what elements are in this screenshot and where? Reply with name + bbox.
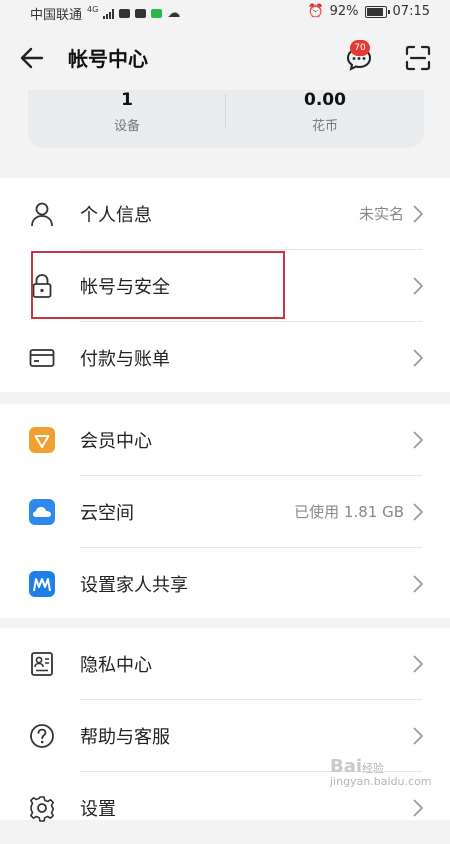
page-title: 帐号中心 xyxy=(68,47,148,71)
payment-billing-row[interactable]: 付款与账单 xyxy=(0,322,450,394)
carrier-label: 中国联通 xyxy=(30,8,83,23)
devices-count: 1 xyxy=(121,90,133,110)
watermark-paw-text: 经验 xyxy=(362,762,385,775)
chevron-right-icon xyxy=(413,727,424,745)
member-center-row[interactable]: 会员中心 xyxy=(0,404,450,476)
coins-label: 花币 xyxy=(311,119,338,134)
clock: 07:15 xyxy=(392,4,430,19)
back-arrow-icon[interactable] xyxy=(18,44,46,72)
account-stats-card: 1 设备 0.00 花币 xyxy=(28,90,424,148)
privacy-center-row[interactable]: 隐私中心 xyxy=(0,628,450,700)
chevron-right-icon xyxy=(413,205,424,223)
message-count-badge: 70 xyxy=(350,40,370,56)
devices-stat[interactable]: 1 设备 xyxy=(28,90,226,134)
battery-icon xyxy=(364,5,390,18)
devices-label: 设备 xyxy=(113,119,140,134)
scan-icon[interactable] xyxy=(404,44,432,72)
person-icon xyxy=(31,202,53,227)
services-section: 会员中心 云空间 已使用 1.81 GB 设置家人共享 xyxy=(0,404,450,618)
lock-icon xyxy=(32,274,52,298)
help-icon xyxy=(30,724,54,748)
privacy-center-label: 隐私中心 xyxy=(80,655,152,676)
family-sharing-icon xyxy=(29,571,55,597)
member-center-label: 会员中心 xyxy=(80,431,152,452)
personal-info-label: 个人信息 xyxy=(80,205,152,226)
account-security-row[interactable]: 帐号与安全 xyxy=(0,250,450,322)
chevron-right-icon xyxy=(413,575,424,593)
watermark-url: jingyan.baidu.com xyxy=(330,775,432,788)
verification-status: 未实名 xyxy=(358,205,404,223)
signal-icon xyxy=(103,8,115,19)
app-bar: 帐号中心 70 xyxy=(0,24,450,90)
account-section: 个人信息 未实名 帐号与安全 付款与账单 xyxy=(0,178,450,392)
cloud-icon xyxy=(29,499,55,525)
storage-used-value: 已使用 1.81 GB xyxy=(294,503,404,521)
cloud-space-label: 云空间 xyxy=(80,503,134,524)
family-sharing-label: 设置家人共享 xyxy=(80,575,188,596)
battery-percent: 92% xyxy=(329,4,359,19)
coins-amount: 0.00 xyxy=(304,90,346,110)
chevron-right-icon xyxy=(413,277,424,295)
briefcase-icon xyxy=(119,9,131,18)
member-diamond-icon xyxy=(29,427,55,453)
chevron-right-icon xyxy=(413,655,424,673)
support-section: 隐私中心 帮助与客服 设置 xyxy=(0,628,450,822)
watermark: Bai经验 jingyan.baidu.com xyxy=(330,758,432,789)
chevron-right-icon xyxy=(413,503,424,521)
card-icon xyxy=(29,349,55,367)
personal-info-row[interactable]: 个人信息 未实名 xyxy=(0,178,450,250)
cloud-space-row[interactable]: 云空间 已使用 1.81 GB xyxy=(0,476,450,548)
privacy-id-icon xyxy=(31,652,53,676)
gear-icon xyxy=(30,796,54,822)
alarm-icon: ⏰ xyxy=(307,4,324,19)
payment-billing-label: 付款与账单 xyxy=(80,349,170,370)
chevron-right-icon xyxy=(413,799,424,817)
chevron-right-icon xyxy=(413,431,424,449)
cloud-status-icon: ☁ xyxy=(167,5,181,21)
help-support-label: 帮助与客服 xyxy=(80,727,170,748)
briefcase-icon xyxy=(135,9,147,18)
family-sharing-row[interactable]: 设置家人共享 xyxy=(0,548,450,620)
watermark-brand: Bai xyxy=(330,756,363,777)
app-notification-icon xyxy=(151,9,163,18)
settings-label: 设置 xyxy=(80,799,116,820)
status-bar: 中国联通 4G ☁ ⏰ 92% 07:15 xyxy=(0,0,450,24)
coins-stat[interactable]: 0.00 花币 xyxy=(226,90,424,134)
chevron-right-icon xyxy=(413,349,424,367)
account-security-label: 帐号与安全 xyxy=(80,277,170,298)
network-type: 4G xyxy=(87,5,99,14)
